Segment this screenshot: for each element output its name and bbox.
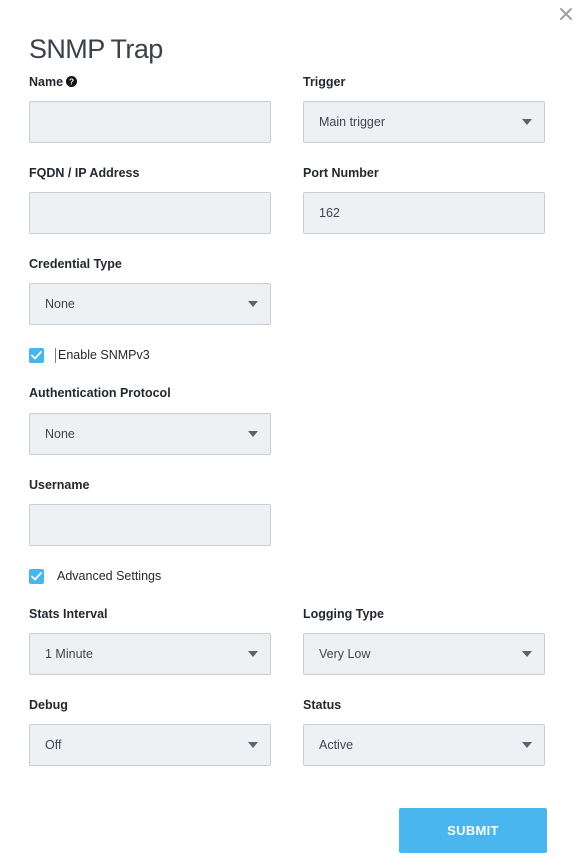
- status-value: Active: [319, 738, 354, 752]
- username-input[interactable]: [30, 505, 270, 545]
- stats-interval-select[interactable]: 1 Minute: [29, 633, 271, 675]
- trigger-label: Trigger: [303, 75, 346, 89]
- name-input[interactable]: [30, 102, 270, 142]
- submit-button[interactable]: SUBMIT: [399, 808, 547, 853]
- checkmark-icon: [31, 350, 42, 359]
- stats-interval-label: Stats Interval: [29, 607, 108, 621]
- enable-snmpv3-checkbox[interactable]: [29, 347, 44, 363]
- dialog-title: SNMP Trap: [29, 34, 163, 64]
- svg-text:?: ?: [69, 77, 74, 86]
- fqdn-input[interactable]: [30, 193, 270, 233]
- credential-type-select[interactable]: None: [29, 283, 271, 325]
- advanced-settings-row: Advanced Settings: [29, 568, 161, 584]
- enable-snmpv3-row: Enable SNMPv3: [29, 347, 150, 363]
- trigger-select[interactable]: Main trigger: [303, 101, 545, 143]
- port-label: Port Number: [303, 166, 379, 180]
- debug-select[interactable]: Off: [29, 724, 271, 766]
- caret-down-icon: [522, 651, 532, 657]
- name-label: Name: [29, 75, 64, 89]
- advanced-settings-label[interactable]: Advanced Settings: [57, 569, 161, 583]
- port-input[interactable]: [304, 193, 544, 233]
- logging-type-select[interactable]: Very Low: [303, 633, 545, 675]
- logging-type-label: Logging Type: [303, 607, 385, 621]
- debug-label: Debug: [29, 698, 68, 712]
- stats-interval-value: 1 Minute: [45, 647, 93, 661]
- text-cursor: [55, 347, 56, 363]
- caret-down-icon: [248, 742, 258, 748]
- close-icon[interactable]: [557, 5, 575, 23]
- caret-down-icon: [522, 742, 532, 748]
- status-label: Status: [303, 698, 342, 712]
- fqdn-label: FQDN / IP Address: [29, 166, 140, 180]
- auth-protocol-select[interactable]: None: [29, 413, 271, 455]
- question-circle-icon[interactable]: ?: [66, 76, 78, 87]
- checkmark-icon: [31, 571, 42, 580]
- caret-down-icon: [248, 301, 258, 307]
- debug-value: Off: [45, 738, 62, 752]
- enable-snmpv3-label[interactable]: Enable SNMPv3: [58, 348, 150, 362]
- auth-protocol-value: None: [45, 427, 75, 441]
- name-label-row: Name ?: [29, 74, 78, 90]
- caret-down-icon: [522, 119, 532, 125]
- caret-down-icon: [248, 431, 258, 437]
- credential-type-value: None: [45, 297, 75, 311]
- auth-protocol-label: Authentication Protocol: [29, 386, 171, 400]
- caret-down-icon: [248, 651, 258, 657]
- trigger-value: Main trigger: [319, 115, 385, 129]
- port-field[interactable]: [303, 192, 545, 234]
- advanced-settings-checkbox[interactable]: [29, 568, 44, 584]
- username-label: Username: [29, 478, 90, 492]
- fqdn-field[interactable]: [29, 192, 271, 234]
- credential-type-label: Credential Type: [29, 257, 122, 271]
- status-select[interactable]: Active: [303, 724, 545, 766]
- logging-type-value: Very Low: [319, 647, 371, 661]
- username-field[interactable]: [29, 504, 271, 546]
- snmp-trap-dialog: SNMP Trap Name ? Trigger Main trigger FQ…: [0, 0, 580, 866]
- name-field[interactable]: [29, 101, 271, 143]
